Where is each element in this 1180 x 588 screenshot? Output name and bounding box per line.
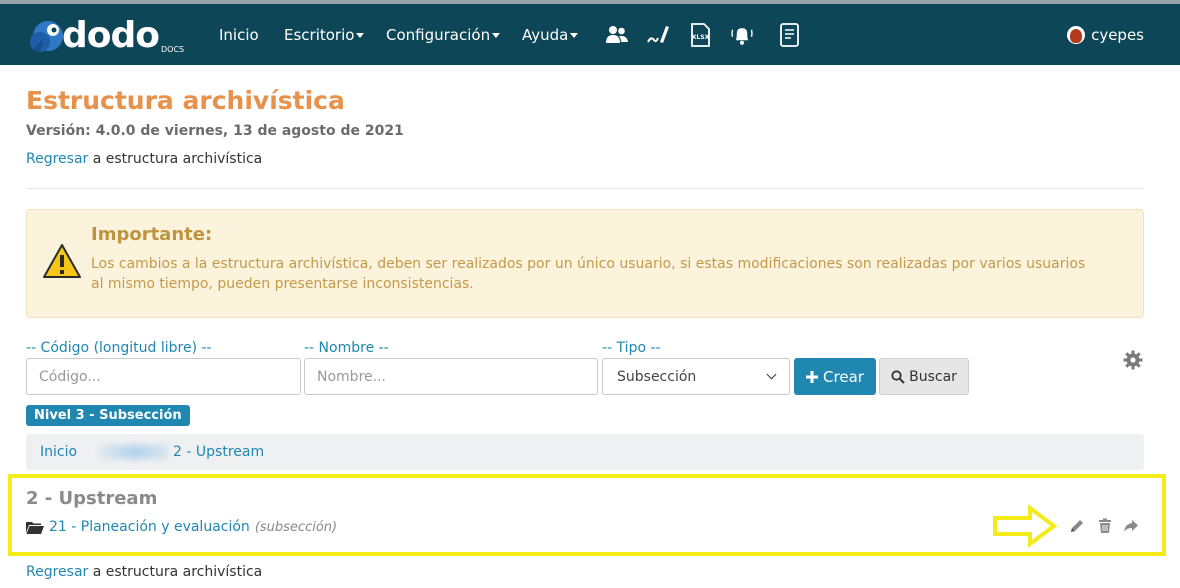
crear-label: Crear bbox=[823, 367, 864, 386]
nombre-placeholder: Nombre... bbox=[317, 368, 386, 385]
codigo-input[interactable]: Código... bbox=[26, 358, 301, 395]
breadcrumb-current[interactable]: 2 - Upstream bbox=[173, 444, 264, 460]
breadcrumb: Inicio 2 - Upstream bbox=[26, 434, 1144, 470]
item-type: (subsección) bbox=[254, 519, 338, 535]
svg-text:XLSX: XLSX bbox=[692, 34, 710, 41]
version-info: Versión: 4.0.0 de viernes, 13 de agosto … bbox=[26, 123, 404, 139]
breadcrumb-redacted bbox=[99, 445, 170, 459]
gear-icon[interactable] bbox=[1123, 350, 1143, 370]
breadcrumb-root[interactable]: Inicio bbox=[40, 444, 77, 460]
level-badge: Nivel 3 - Subsección bbox=[26, 405, 190, 426]
caret-down-icon bbox=[570, 33, 579, 38]
user-name: cyepes bbox=[1091, 26, 1144, 44]
codigo-placeholder: Código... bbox=[39, 368, 101, 385]
back-link[interactable]: Regresar bbox=[26, 564, 88, 580]
nav-ayuda[interactable]: Ayuda bbox=[522, 26, 579, 44]
caret-down-icon bbox=[492, 33, 501, 38]
back-link-row-top: Regresar a estructura archivística bbox=[26, 151, 262, 167]
nav-inicio-label: Inicio bbox=[219, 26, 259, 44]
tipo-label: -- Tipo -- bbox=[602, 340, 661, 356]
pointer-arrow-icon bbox=[993, 505, 1058, 547]
back-link-text: a estructura archivística bbox=[88, 151, 263, 167]
tipo-select[interactable]: Subsección bbox=[602, 358, 790, 395]
codigo-label: -- Código (longitud libre) -- bbox=[26, 340, 212, 356]
caret-down-icon bbox=[356, 33, 365, 38]
folder-open-icon bbox=[26, 522, 44, 534]
nav-configuracion[interactable]: Configuración bbox=[386, 26, 501, 44]
back-link-text: a estructura archivística bbox=[88, 564, 263, 580]
page-title: Estructura archivística bbox=[26, 86, 345, 115]
important-alert: Importante: Los cambios a la estructura … bbox=[26, 209, 1144, 318]
search-icon bbox=[891, 369, 905, 384]
nombre-input[interactable]: Nombre... bbox=[304, 358, 598, 395]
crear-button[interactable]: Crear bbox=[794, 358, 876, 395]
plus-icon bbox=[806, 370, 819, 383]
back-link[interactable]: Regresar bbox=[26, 151, 88, 167]
item-link[interactable]: 21 - Planeación y evaluación bbox=[49, 519, 250, 535]
nav-escritorio[interactable]: Escritorio bbox=[284, 26, 365, 44]
xlsx-export-icon[interactable]: XLSX bbox=[687, 22, 713, 48]
signature-icon[interactable] bbox=[645, 22, 671, 48]
nav-escritorio-label: Escritorio bbox=[284, 26, 355, 44]
brand-subtitle: DOCS bbox=[161, 45, 185, 54]
nav-ayuda-label: Ayuda bbox=[522, 26, 569, 44]
warning-icon bbox=[43, 244, 81, 278]
nav-inicio[interactable]: Inicio bbox=[219, 26, 259, 44]
divider bbox=[26, 188, 1144, 189]
alert-message: Los cambios a la estructura archivística… bbox=[91, 256, 1086, 292]
back-link-row-bottom: Regresar a estructura archivística bbox=[26, 564, 262, 580]
users-icon[interactable] bbox=[604, 22, 630, 48]
buscar-button[interactable]: Buscar bbox=[879, 358, 969, 395]
brand-name: dodo bbox=[62, 15, 160, 56]
chevron-down-icon bbox=[766, 369, 777, 380]
edit-pencil-icon[interactable] bbox=[1069, 518, 1085, 534]
buscar-label: Buscar bbox=[909, 368, 957, 385]
nav-configuracion-label: Configuración bbox=[386, 26, 491, 44]
document-list-icon[interactable] bbox=[776, 22, 802, 48]
tipo-selected-value: Subsección bbox=[617, 368, 697, 385]
dodo-bird-icon bbox=[30, 21, 63, 52]
alert-title: Importante: bbox=[91, 224, 213, 245]
move-share-icon[interactable] bbox=[1123, 518, 1139, 534]
user-menu[interactable]: cyepes bbox=[1067, 26, 1144, 44]
list-item: 21 - Planeación y evaluación (subsección… bbox=[26, 519, 337, 535]
delete-trash-icon[interactable] bbox=[1097, 518, 1113, 534]
dodo-logo[interactable]: dodo DOCS bbox=[26, 12, 184, 60]
avatar bbox=[1067, 26, 1086, 44]
top-navbar: dodo DOCS Inicio Escritorio Configuració… bbox=[0, 4, 1180, 65]
nombre-label: -- Nombre -- bbox=[304, 340, 389, 356]
section-title: 2 - Upstream bbox=[26, 488, 158, 509]
notifications-bell-icon[interactable] bbox=[729, 22, 755, 48]
